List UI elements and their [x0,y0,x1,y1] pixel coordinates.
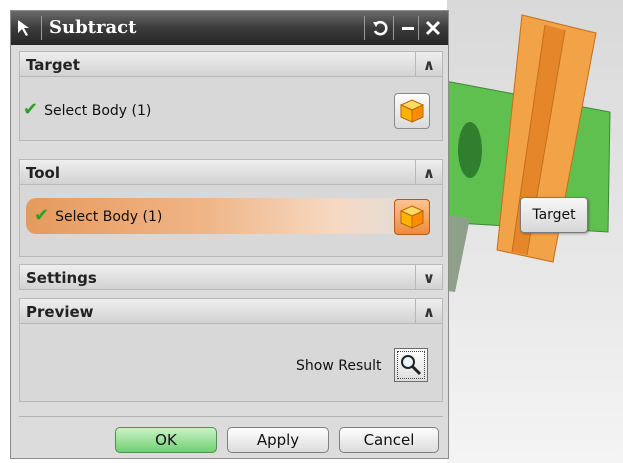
chevron-up-icon[interactable]: ∧ [415,52,442,76]
title-separator [41,16,42,40]
title-divider [393,16,394,40]
ok-button[interactable]: OK [115,427,217,453]
target-label-tag: Target [520,197,588,233]
minimize-button[interactable] [396,15,420,41]
close-icon [425,20,441,36]
target-select-row[interactable]: ✔ Select Body (1) [23,92,151,128]
solid-body-icon [399,99,425,123]
tool-section-header[interactable]: Tool ∧ [19,159,443,185]
tool-section-title: Tool [26,164,60,182]
reset-button[interactable] [369,15,393,41]
chevron-up-icon[interactable]: ∧ [415,299,442,323]
title-bar[interactable]: Subtract [11,11,448,45]
cursor-pointer-icon [18,20,29,36]
target-select-label: Select Body (1) [44,103,152,119]
show-result-button[interactable] [394,348,428,382]
chevron-down-icon[interactable]: ∨ [415,265,442,289]
settings-section-header[interactable]: Settings ∨ [19,264,443,290]
minimize-icon [402,27,414,30]
title-divider [364,16,365,40]
checkmark-icon: ✔ [34,205,50,226]
footer-divider [19,416,443,417]
show-result-label: Show Result [296,358,382,374]
tool-select-row[interactable]: ✔ Select Body (1) [26,198,426,234]
solid-body-icon [399,205,425,229]
preview-section-title: Preview [26,303,94,321]
cancel-button[interactable]: Cancel [339,427,439,453]
target-hole [458,122,482,178]
subtract-dialog: Subtract Target ∧ ✔ Select Body (1) Tool… [10,10,449,459]
settings-section-title: Settings [26,269,97,287]
target-section-header[interactable]: Target ∧ [19,51,443,77]
target-section-title: Target [26,56,80,74]
magnifier-icon [401,355,422,376]
tool-select-label: Select Body (1) [55,209,163,225]
tool-select-body-button[interactable] [394,199,430,235]
title-divider [418,16,419,40]
preview-section-header[interactable]: Preview ∧ [19,298,443,324]
target-select-body-button[interactable] [394,93,430,129]
chevron-up-icon[interactable]: ∧ [415,160,442,184]
close-button[interactable] [421,15,445,41]
dialog-title: Subtract [49,17,137,38]
checkmark-icon: ✔ [23,99,39,120]
undo-icon [373,20,388,36]
apply-button[interactable]: Apply [227,427,329,453]
